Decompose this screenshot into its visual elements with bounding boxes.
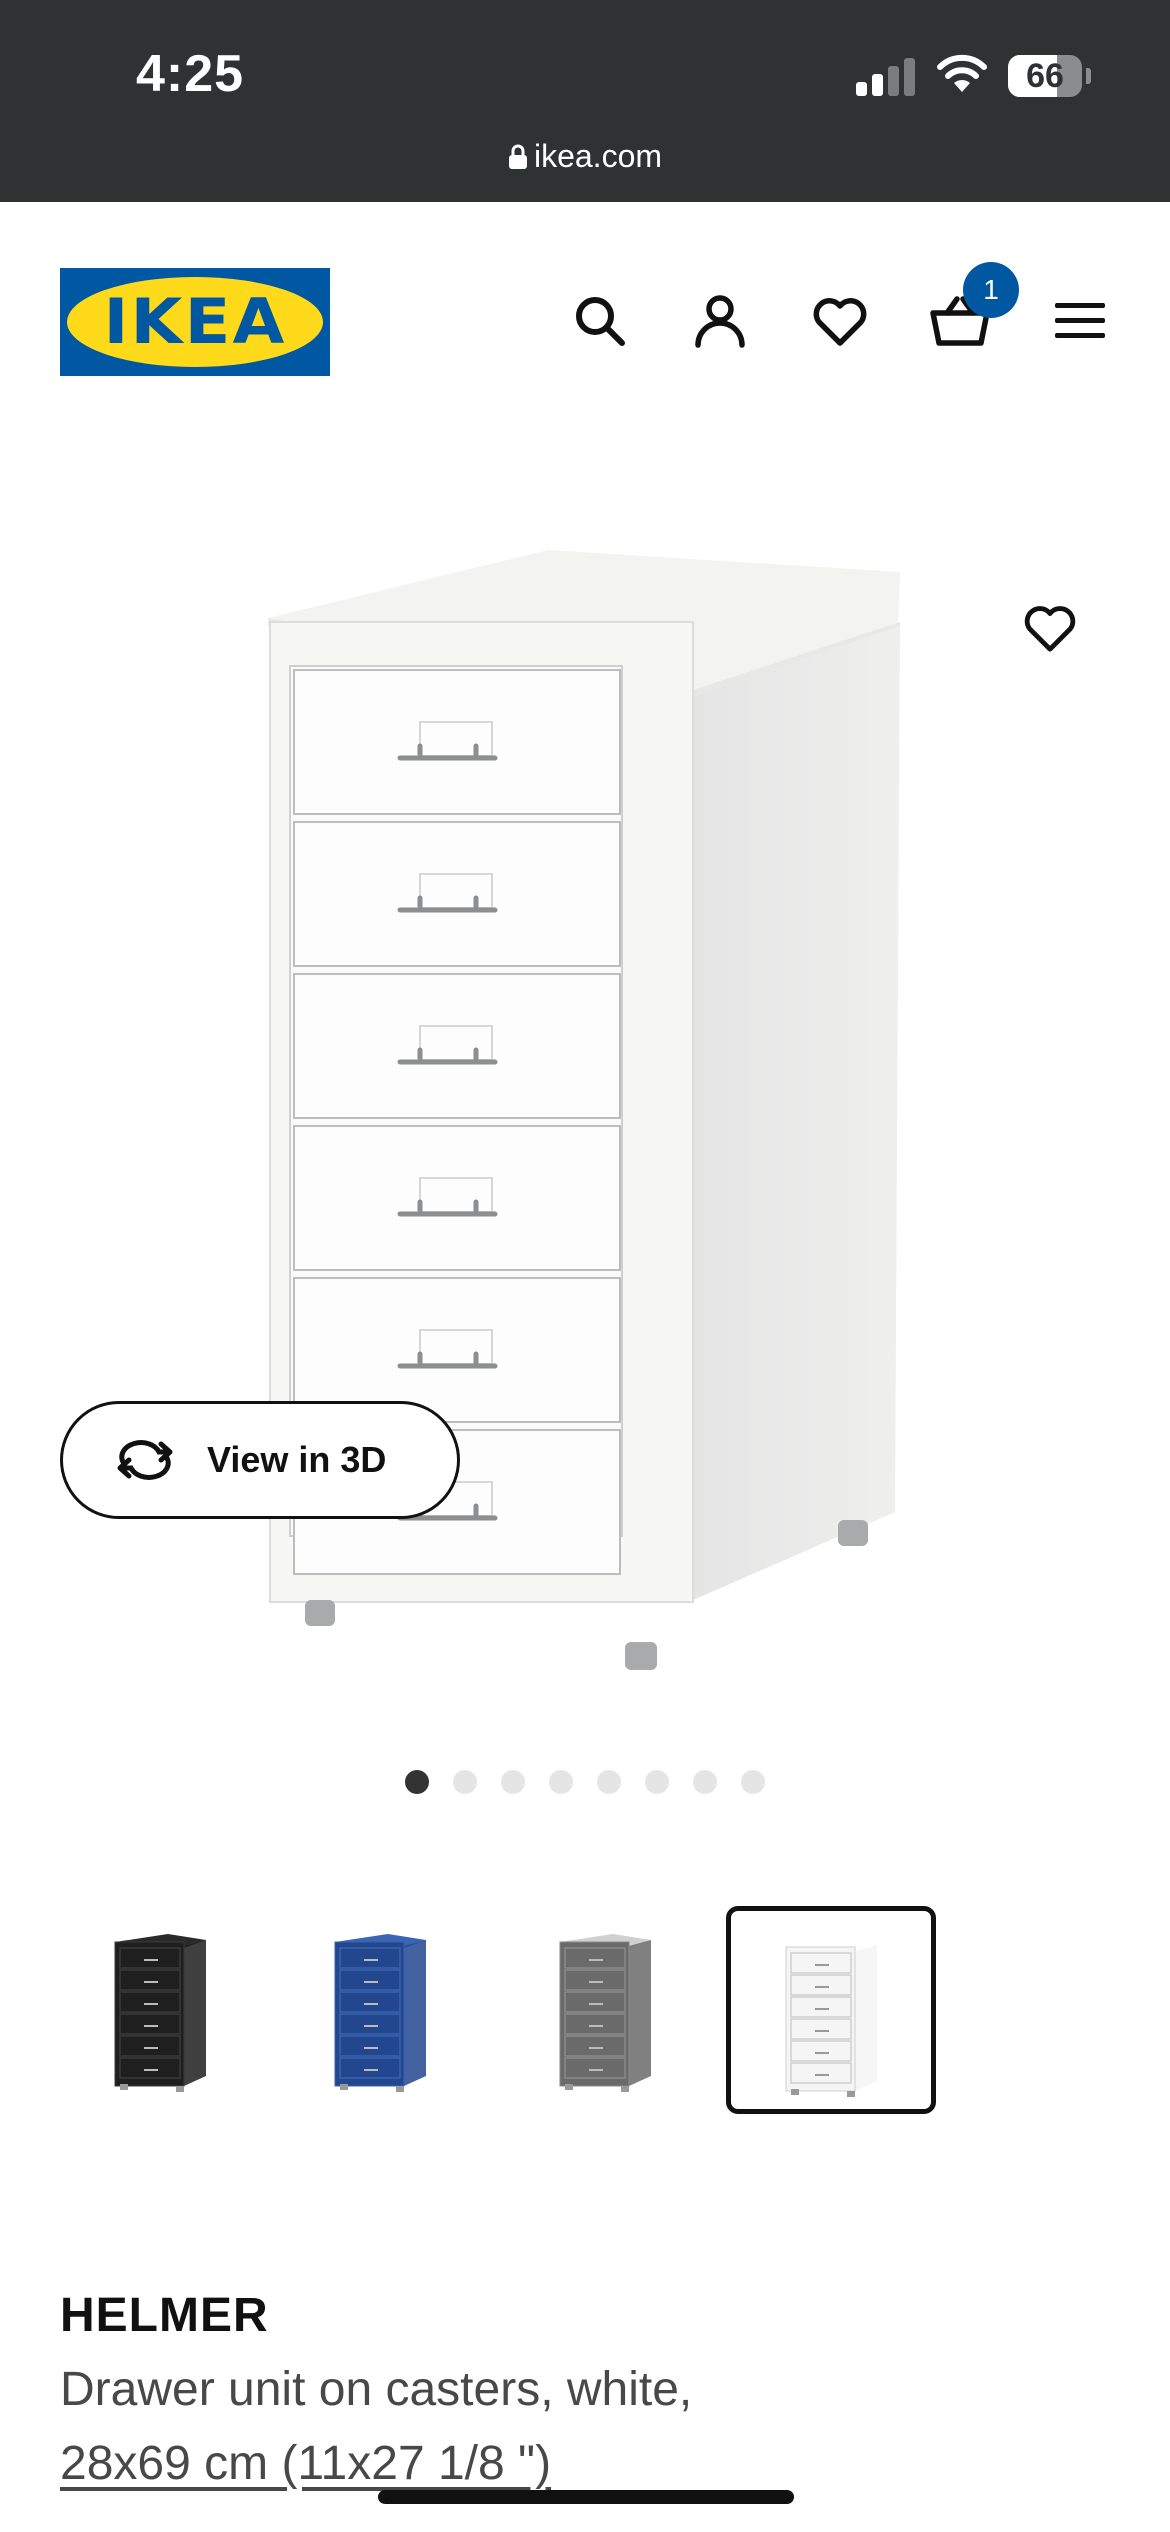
pagination-dot[interactable] <box>405 1770 429 1794</box>
url-text: ikea.com <box>533 138 663 174</box>
color-variant-thumbnail[interactable] <box>280 1906 490 2114</box>
pagination-dot[interactable] <box>645 1770 669 1794</box>
view-in-3d-label: View in 3D <box>207 1439 387 1480</box>
ikea-logo[interactable]: IKEA <box>60 268 330 376</box>
heart-icon <box>813 298 867 346</box>
color-variant-thumbnail[interactable] <box>726 1906 936 2114</box>
save-to-list-button[interactable] <box>1014 592 1086 664</box>
address-bar[interactable]: ikea.com <box>0 138 1170 178</box>
search-icon <box>576 297 625 346</box>
logo-text: IKEA <box>103 285 287 358</box>
wishlist-button[interactable] <box>805 286 875 356</box>
menu-icon <box>1055 303 1105 338</box>
wifi-icon <box>934 52 990 96</box>
pagination-dot[interactable] <box>597 1770 621 1794</box>
battery-percentage: 66 <box>1026 57 1064 95</box>
search-button[interactable] <box>565 286 635 356</box>
menu-button[interactable] <box>1045 286 1115 356</box>
account-button[interactable] <box>685 286 755 356</box>
variant-image <box>334 1934 426 2092</box>
pagination-dot[interactable] <box>693 1770 717 1794</box>
pagination-dot[interactable] <box>453 1770 477 1794</box>
product-image[interactable] <box>0 500 1170 1700</box>
status-time: 4:25 <box>136 45 245 103</box>
variant-image <box>785 1939 877 2097</box>
pagination-dot[interactable] <box>549 1770 573 1794</box>
cart-count-badge: 1 <box>963 262 1019 318</box>
product-description: Drawer unit on casters, white, <box>60 2363 693 2416</box>
account-icon <box>695 295 745 348</box>
variant-image <box>559 1934 651 2092</box>
pagination-dot[interactable] <box>501 1770 525 1794</box>
pagination-dot[interactable] <box>741 1770 765 1794</box>
heart-icon <box>1024 606 1076 652</box>
product-name: HELMER <box>60 2289 269 2342</box>
product-size-link[interactable]: 28x69 cm (11x27 1/8 ") <box>60 2436 551 2491</box>
lock-icon <box>508 141 528 178</box>
variant-image <box>114 1934 206 2092</box>
view-in-3d-button[interactable]: View in 3D <box>60 1401 460 1519</box>
image-pagination[interactable] <box>0 1770 1170 1800</box>
battery-icon: 66 <box>1008 55 1091 97</box>
home-indicator[interactable] <box>378 2490 794 2504</box>
status-bar: 4:25 66 ikea.com <box>0 0 1170 202</box>
color-variant-thumbnail[interactable] <box>505 1906 715 2114</box>
color-variant-thumbnail[interactable] <box>60 1906 270 2114</box>
rotate-3d-icon <box>117 1440 173 1480</box>
cellular-signal-icon <box>856 56 916 96</box>
